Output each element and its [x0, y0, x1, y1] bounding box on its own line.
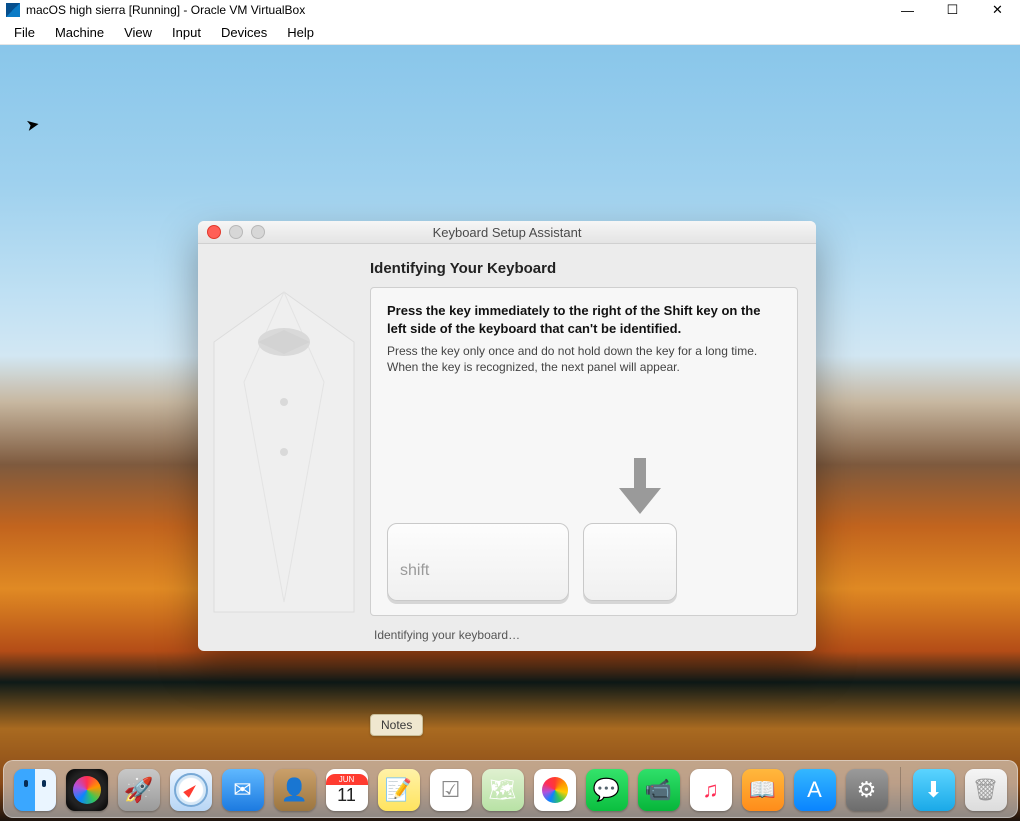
shift-key-illustration: shift	[387, 523, 569, 601]
status-text: Identifying your keyboard…	[374, 628, 798, 642]
target-key-illustration	[583, 523, 677, 601]
dock-notes[interactable]: 📝	[378, 769, 420, 811]
menu-help[interactable]: Help	[277, 23, 324, 42]
close-button[interactable]: ✕	[975, 0, 1020, 20]
maximize-button[interactable]: ☐	[930, 0, 975, 20]
dock-maps[interactable]: 🗺	[482, 769, 524, 811]
menu-file[interactable]: File	[4, 23, 45, 42]
dock-finder[interactable]	[14, 769, 56, 811]
dock-appstore[interactable]: A	[794, 769, 836, 811]
tuxedo-icon	[204, 282, 364, 622]
dock-facetime[interactable]: 📹	[638, 769, 680, 811]
dock-photos[interactable]	[534, 769, 576, 811]
dock-itunes[interactable]: ♫	[690, 769, 732, 811]
menu-view[interactable]: View	[114, 23, 162, 42]
dialog-heading: Identifying Your Keyboard	[370, 260, 798, 277]
dock-contacts[interactable]: 👤	[274, 769, 316, 811]
dock-trash[interactable]: 🗑	[965, 769, 1007, 811]
dock-downloads[interactable]: ⬇︎	[913, 769, 955, 811]
dock-tooltip: Notes	[370, 714, 423, 736]
dock-siri[interactable]	[66, 769, 108, 811]
menu-devices[interactable]: Devices	[211, 23, 277, 42]
mac-titlebar[interactable]: Keyboard Setup Assistant	[198, 221, 816, 244]
calendar-day: 11	[337, 785, 356, 806]
instruction-panel: Press the key immediately to the right o…	[370, 287, 798, 616]
calendar-month: JUN	[326, 774, 368, 785]
dock-mail[interactable]: ✉︎	[222, 769, 264, 811]
assistant-sidebar	[198, 244, 370, 652]
dock-reminders[interactable]: ☑︎	[430, 769, 472, 811]
window-title: macOS high sierra [Running] - Oracle VM …	[26, 3, 305, 17]
minimize-button[interactable]: —	[885, 0, 930, 20]
host-titlebar: macOS high sierra [Running] - Oracle VM …	[0, 0, 1020, 20]
dock-system-preferences[interactable]: ⚙︎	[846, 769, 888, 811]
dock-separator	[900, 767, 901, 811]
host-menu-bar: File Machine View Input Devices Help	[0, 20, 1020, 45]
menu-machine[interactable]: Machine	[45, 23, 114, 42]
instruction-secondary: Press the key only once and do not hold …	[387, 343, 781, 375]
menu-input[interactable]: Input	[162, 23, 211, 42]
vm-viewport: ➤ Keyboard Setup Assistant	[0, 45, 1020, 821]
dock-launchpad[interactable]: 🚀	[118, 769, 160, 811]
dock: 🚀 ✉︎ 👤 JUN 11 📝 ☑︎ 🗺 💬 📹 ♫ 📖 A ⚙︎ ⬇︎ 🗑	[3, 760, 1018, 818]
dock-calendar[interactable]: JUN 11	[326, 769, 368, 811]
virtualbox-icon	[6, 3, 20, 17]
instruction-primary: Press the key immediately to the right o…	[387, 302, 781, 337]
dock-messages[interactable]: 💬	[586, 769, 628, 811]
dock-ibooks[interactable]: 📖	[742, 769, 784, 811]
shift-key-label: shift	[400, 562, 429, 580]
dock-safari[interactable]	[170, 769, 212, 811]
dialog-title: Keyboard Setup Assistant	[198, 225, 816, 240]
arrow-down-icon	[617, 458, 663, 519]
keyboard-setup-window: Keyboard Setup Assistant Identifying You…	[198, 221, 816, 651]
